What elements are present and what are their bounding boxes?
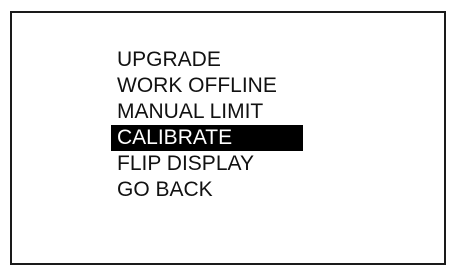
- device-menu: UPGRADE WORK OFFLINE MANUAL LIMIT CALIBR…: [111, 47, 303, 203]
- menu-item-go-back[interactable]: GO BACK: [111, 177, 303, 203]
- menu-item-upgrade[interactable]: UPGRADE: [111, 47, 303, 73]
- menu-item-work-offline[interactable]: WORK OFFLINE: [111, 73, 303, 99]
- menu-item-flip-display[interactable]: FLIP DISPLAY: [111, 151, 303, 177]
- menu-item-calibrate[interactable]: CALIBRATE: [111, 125, 303, 151]
- menu-item-manual-limit[interactable]: MANUAL LIMIT: [111, 99, 303, 125]
- display-screen: UPGRADE WORK OFFLINE MANUAL LIMIT CALIBR…: [10, 11, 446, 265]
